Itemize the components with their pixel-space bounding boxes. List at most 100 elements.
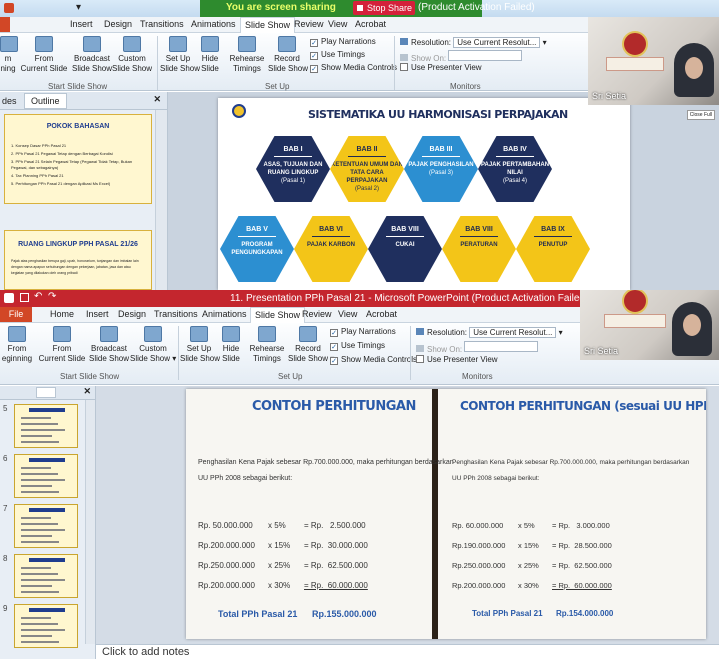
save-icon[interactable] xyxy=(20,293,29,302)
from-current-button[interactable]: From Current Slide xyxy=(20,36,68,74)
tab-file-partial[interactable] xyxy=(0,17,10,32)
setup-slideshow-button[interactable]: Set Up Slide Show xyxy=(160,36,200,74)
panel-scrollbar[interactable] xyxy=(85,400,95,644)
broadcast-icon xyxy=(83,36,101,52)
tab-slide-show[interactable]: Slide Show xyxy=(240,17,296,33)
tab-file[interactable]: File xyxy=(0,307,32,322)
broadcast-button[interactable]: Broadcast Slide Show xyxy=(72,36,112,74)
close-panel-icon[interactable]: ✕ xyxy=(153,94,161,105)
qat-dropdown[interactable]: ▾ xyxy=(76,2,81,13)
panel-scrollbar[interactable] xyxy=(155,110,167,290)
resolution-icon xyxy=(400,38,408,45)
hide-slide-button[interactable]: Hide Slide xyxy=(198,36,222,74)
presenter-view-checkbox[interactable]: Use Presenter View xyxy=(416,355,498,364)
from-current-button[interactable]: From Current Slide xyxy=(36,326,88,364)
hex-bab-label: BAB IX xyxy=(534,226,572,237)
calc-result: = Rp. 3.000.000 xyxy=(552,521,610,530)
slide-thumbnail-1[interactable]: POKOK BAHASAN 1. Konsep Dasar PPh Pasal … xyxy=(4,114,152,204)
tab-outline[interactable]: Outline xyxy=(24,93,67,109)
thumbnail-line: Pajak atas penghasilan berupa gaji, upah… xyxy=(11,259,139,263)
panel-tabs: des Outline ✕ xyxy=(0,92,167,110)
tab-design[interactable]: Design xyxy=(118,309,146,319)
broadcast-button[interactable]: Broadcast Slide Show xyxy=(88,326,130,364)
tab-review[interactable]: Review xyxy=(302,309,332,319)
thumbnail-text-line xyxy=(21,441,59,443)
right-intro: Penghasilan Kena Pajak sebesar Rp.700.00… xyxy=(452,459,690,466)
use-timings-checkbox[interactable]: ✓ Use Timings xyxy=(330,341,385,351)
slide-thumbnail[interactable] xyxy=(14,404,78,448)
show-media-controls-checkbox[interactable]: ✓ Show Media Controls xyxy=(310,63,397,73)
hide-slide-button[interactable]: Hide Slide xyxy=(219,326,243,364)
tab-acrobat[interactable]: Acrobat xyxy=(355,19,386,29)
record-slideshow-button[interactable]: Record Slide Show ▾ xyxy=(288,326,334,364)
tab-insert[interactable]: Insert xyxy=(70,19,93,29)
right-total-value: Rp.154.000.000 xyxy=(556,609,614,618)
from-beginning-button[interactable]: From eginning xyxy=(0,326,34,364)
hex-text: PAJAK PERTAMBAHAN NILAI xyxy=(480,162,550,176)
hex-bab-label: BAB VIII xyxy=(386,226,424,237)
close-full-screen-tooltip[interactable]: Close Full xyxy=(686,110,715,120)
show-on-select[interactable]: Show On: xyxy=(400,50,523,63)
stop-share-button[interactable]: Stop Share xyxy=(353,1,415,15)
slide-thumbnail[interactable] xyxy=(14,554,78,598)
hide-slide-icon xyxy=(201,36,219,52)
notes-pane[interactable]: Click to add notes xyxy=(96,644,719,659)
slide-thumbnail[interactable] xyxy=(14,604,78,648)
tab-transitions[interactable]: Transitions xyxy=(154,309,198,319)
group-start-slide-show: Start Slide Show xyxy=(48,82,108,91)
group-set-up: Set Up xyxy=(265,82,290,91)
play-narrations-checkbox[interactable]: ✓ Play Narrations xyxy=(330,327,396,337)
custom-show-button[interactable]: Custom Slide Show ▾ xyxy=(130,326,176,364)
slides-panel: des Outline ✕ POKOK BAHASAN 1. Konsep Da… xyxy=(0,92,168,290)
hex-bab-label: BAB V xyxy=(238,226,276,237)
hex-text: PROGRAM PENGUNGKAPAN xyxy=(231,242,283,256)
redo-icon[interactable]: ↷ xyxy=(48,291,56,302)
thumbnail-text-line xyxy=(21,541,59,543)
slideshow-icon xyxy=(53,326,71,342)
play-narrations-checkbox[interactable]: ✓ Play Narrations xyxy=(310,37,376,47)
tab-transitions[interactable]: Transitions xyxy=(140,19,184,29)
left-intro-2: UU PPh 2008 sebagai berikut: xyxy=(198,475,293,482)
undo-icon[interactable]: ↶ xyxy=(34,291,42,302)
tab-animations[interactable]: Animations xyxy=(202,309,247,319)
participant-name: Sri Setia xyxy=(592,91,627,101)
tab-review[interactable]: Review xyxy=(294,19,324,29)
presenter-view-checkbox[interactable]: Use Presenter View xyxy=(400,63,482,72)
calc-base: Rp.200.000.000 xyxy=(452,581,506,590)
close-panel-icon[interactable]: ✕ xyxy=(83,386,91,397)
tab-home[interactable]: Home xyxy=(50,309,74,319)
calc-result: = Rp. 60.000.000 xyxy=(552,581,612,590)
slides-panel: ✕ 5 6 7 8 9 xyxy=(0,386,96,659)
hex-bab-label: BAB II xyxy=(348,146,386,157)
tab-acrobat[interactable]: Acrobat xyxy=(366,309,397,319)
rehearse-timings-button[interactable]: Rehearse Timings xyxy=(246,326,288,364)
custom-show-button[interactable]: Custom Slide Show xyxy=(112,36,152,74)
rehearse-timings-button[interactable]: Rehearse Timings xyxy=(226,36,268,74)
tab-insert[interactable]: Insert xyxy=(86,309,109,319)
tab-animations[interactable]: Animations xyxy=(191,19,236,29)
calc-base: Rp.250.000.000 xyxy=(452,561,506,570)
tab-slide-show[interactable]: Slide Show xyxy=(250,307,306,323)
use-timings-checkbox[interactable]: ✓ Use Timings xyxy=(310,50,365,60)
from-beginning-button[interactable]: m ning xyxy=(0,36,18,74)
tab-design[interactable]: Design xyxy=(104,19,132,29)
thumbnail-text-line xyxy=(21,591,59,593)
tab-view[interactable]: View xyxy=(338,309,357,319)
show-media-controls-checkbox[interactable]: ✓ Show Media Controls xyxy=(330,355,417,365)
slide-thumbnail-2[interactable]: RUANG LINGKUP PPH PASAL 21/26 Pajak atas… xyxy=(4,230,152,290)
thumbnail-line: Pegawai, dan sebagainya) xyxy=(11,165,59,170)
setup-slideshow-button[interactable]: Set Up Slide Show xyxy=(180,326,220,364)
record-slideshow-button[interactable]: Record Slide Show xyxy=(268,36,308,74)
outline-tab-icon[interactable] xyxy=(36,387,56,398)
rehearse-icon xyxy=(258,326,276,342)
slide-thumbnail[interactable] xyxy=(14,504,78,548)
thumbnail-title-bar xyxy=(29,558,65,562)
tab-slides[interactable]: des xyxy=(2,96,17,106)
calc-rate: x 15% xyxy=(268,541,291,550)
resolution-select[interactable]: Resolution: Use Current Resolut... ▾ xyxy=(400,37,547,48)
resolution-select[interactable]: Resolution: Use Current Resolut... ▾ xyxy=(416,327,563,338)
show-on-select[interactable]: Show On: xyxy=(416,341,539,354)
slide-thumbnail[interactable] xyxy=(14,454,78,498)
tab-view[interactable]: View xyxy=(328,19,347,29)
thumbnail-text-line xyxy=(21,629,65,631)
